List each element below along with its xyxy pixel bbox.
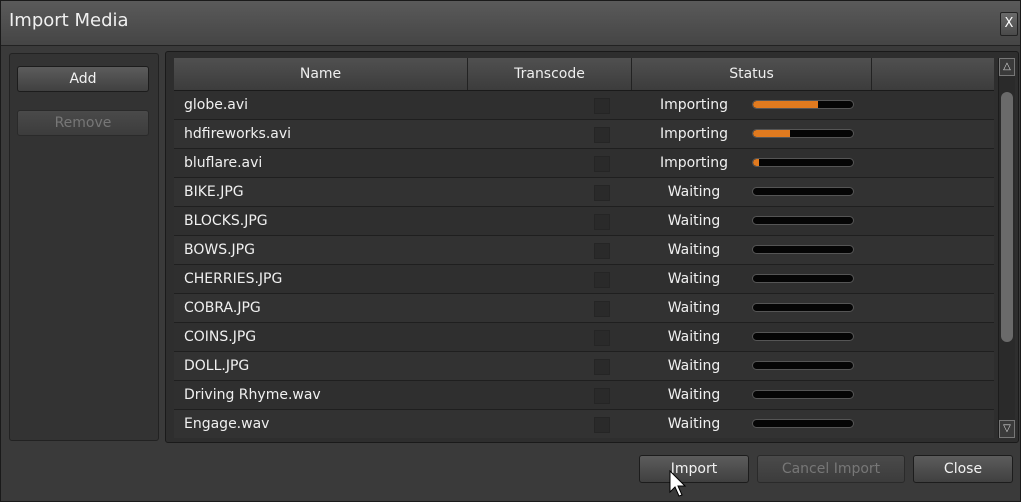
- column-header-transcode[interactable]: Transcode: [468, 58, 632, 90]
- progress-bar: [752, 303, 854, 312]
- file-name: globe.avi: [184, 97, 249, 113]
- progress-bar: [752, 390, 854, 399]
- scroll-up-icon[interactable]: △: [999, 58, 1015, 76]
- progress-bar: [752, 158, 854, 167]
- progress-bar: [752, 245, 854, 254]
- table-row[interactable]: BIKE.JPG Waiting: [174, 178, 994, 207]
- file-name: BIKE.JPG: [184, 184, 244, 200]
- file-name: hdfireworks.avi: [184, 126, 292, 142]
- status-text: Waiting: [667, 387, 721, 403]
- table-row[interactable]: Engage.wav Waiting: [174, 410, 994, 438]
- status-text: Waiting: [667, 184, 721, 200]
- transcode-checkbox[interactable]: [594, 243, 610, 259]
- table-row[interactable]: Driving Rhyme.wav Waiting: [174, 381, 994, 410]
- status-text: Importing: [659, 155, 729, 171]
- transcode-checkbox[interactable]: [594, 127, 610, 143]
- table-row[interactable]: CHERRIES.JPG Waiting: [174, 265, 994, 294]
- window-title: Import Media: [9, 10, 129, 31]
- progress-fill: [753, 159, 759, 166]
- file-name: BLOCKS.JPG: [184, 213, 268, 229]
- table-row[interactable]: COINS.JPG Waiting: [174, 323, 994, 352]
- title-bar: Import Media X: [1, 1, 1020, 46]
- file-name: COINS.JPG: [184, 329, 257, 345]
- transcode-checkbox[interactable]: [594, 156, 610, 172]
- progress-bar: [752, 100, 854, 109]
- close-button[interactable]: Close: [913, 455, 1013, 483]
- left-panel: Add Remove: [9, 53, 159, 441]
- progress-bar: [752, 332, 854, 341]
- file-name: COBRA.JPG: [184, 300, 261, 316]
- status-text: Waiting: [667, 242, 721, 258]
- import-media-window: Import Media X Add Remove Name Transcode…: [0, 0, 1021, 502]
- table-row[interactable]: COBRA.JPG Waiting: [174, 294, 994, 323]
- file-name: bluflare.avi: [184, 155, 263, 171]
- column-header-status[interactable]: Status: [632, 58, 872, 90]
- progress-bar: [752, 274, 854, 283]
- transcode-checkbox[interactable]: [594, 301, 610, 317]
- import-button[interactable]: Import: [639, 455, 749, 483]
- progress-bar: [752, 216, 854, 225]
- transcode-checkbox[interactable]: [594, 185, 610, 201]
- table-row[interactable]: BLOCKS.JPG Waiting: [174, 207, 994, 236]
- transcode-checkbox[interactable]: [594, 272, 610, 288]
- transcode-checkbox[interactable]: [594, 388, 610, 404]
- table-row[interactable]: BOWS.JPG Waiting: [174, 236, 994, 265]
- file-name: BOWS.JPG: [184, 242, 255, 258]
- status-text: Waiting: [667, 416, 721, 432]
- status-text: Waiting: [667, 329, 721, 345]
- file-name: Driving Rhyme.wav: [184, 387, 321, 403]
- table-row[interactable]: hdfireworks.avi Importing: [174, 120, 994, 149]
- transcode-checkbox[interactable]: [594, 214, 610, 230]
- file-name: DOLL.JPG: [184, 358, 250, 374]
- table-row[interactable]: bluflare.avi Importing: [174, 149, 994, 178]
- progress-bar: [752, 361, 854, 370]
- progress-fill: [753, 130, 790, 137]
- status-text: Waiting: [667, 213, 721, 229]
- progress-bar: [752, 419, 854, 428]
- progress-bar: [752, 187, 854, 196]
- table-row[interactable]: DOLL.JPG Waiting: [174, 352, 994, 381]
- column-header-extra[interactable]: [872, 58, 994, 90]
- table-row[interactable]: globe.avi Importing: [174, 91, 994, 120]
- scrollbar-thumb[interactable]: [1001, 92, 1013, 342]
- status-text: Waiting: [667, 300, 721, 316]
- file-name: CHERRIES.JPG: [184, 271, 283, 287]
- table-header: Name Transcode Status: [174, 58, 994, 91]
- transcode-checkbox[interactable]: [594, 417, 610, 433]
- column-header-name[interactable]: Name: [174, 58, 468, 90]
- cancel-import-button[interactable]: Cancel Import: [757, 455, 905, 483]
- vertical-scrollbar[interactable]: △ ▽: [998, 58, 1015, 438]
- status-text: Waiting: [667, 271, 721, 287]
- media-table: Name Transcode Status globe.avi Importing…: [174, 58, 994, 438]
- file-name: Engage.wav: [184, 416, 270, 432]
- remove-button[interactable]: Remove: [17, 110, 149, 136]
- transcode-checkbox[interactable]: [594, 359, 610, 375]
- window-close-button[interactable]: X: [1000, 12, 1018, 36]
- transcode-checkbox[interactable]: [594, 98, 610, 114]
- status-text: Waiting: [667, 358, 721, 374]
- media-list-panel: Name Transcode Status globe.avi Importing…: [165, 51, 1019, 443]
- status-text: Importing: [659, 97, 729, 113]
- status-text: Importing: [659, 126, 729, 142]
- scroll-down-icon[interactable]: ▽: [999, 420, 1015, 438]
- transcode-checkbox[interactable]: [594, 330, 610, 346]
- progress-fill: [753, 101, 818, 108]
- add-button[interactable]: Add: [17, 66, 149, 92]
- footer-bar: Import Cancel Import Close: [1, 445, 1020, 501]
- table-body: globe.avi Importing hdfireworks.avi Importi…: [174, 91, 994, 438]
- progress-bar: [752, 129, 854, 138]
- mouse-cursor-icon: [669, 470, 687, 497]
